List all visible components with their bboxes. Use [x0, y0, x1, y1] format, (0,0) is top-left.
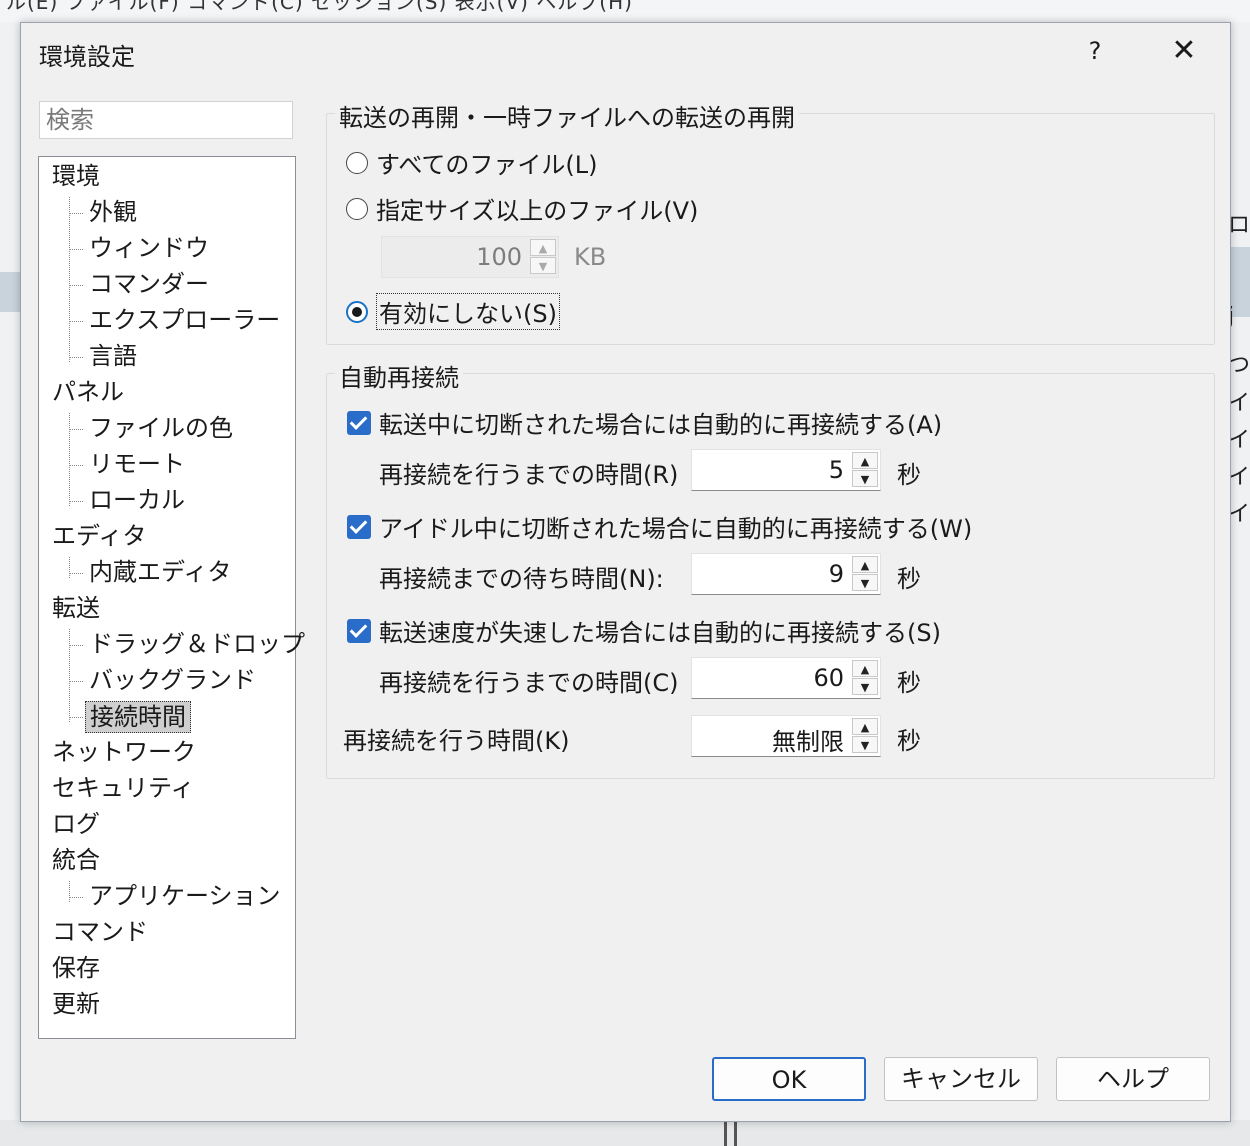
- spin-down-icon[interactable]: ▼: [852, 574, 878, 591]
- search-box: [39, 101, 293, 139]
- background-left-edge: [0, 22, 20, 1146]
- tree-item-panels[interactable]: パネル: [52, 377, 124, 407]
- seconds-label: 秒: [897, 461, 921, 489]
- spin-down-icon[interactable]: ▼: [852, 470, 878, 487]
- radio-circle[interactable]: [346, 151, 368, 174]
- background-text-fragment: イ|: [1228, 465, 1250, 490]
- cancel-button[interactable]: キャンセル: [884, 1057, 1038, 1101]
- radio-circle-selected[interactable]: [346, 300, 368, 323]
- tree-item-integration[interactable]: 統合: [52, 845, 100, 875]
- tree-item-file-colors[interactable]: ファイルの色: [89, 413, 233, 443]
- spin-down-icon[interactable]: ▼: [852, 678, 878, 695]
- spin-up-icon[interactable]: ▲: [852, 718, 878, 735]
- background-text-fragment: イ|: [1228, 428, 1250, 453]
- search-input[interactable]: [40, 102, 292, 138]
- tree-item-commander[interactable]: コマンダー: [89, 269, 209, 299]
- checkbox-reconnect-on-stall[interactable]: 転送速度が失速した場合には自動的に再接続する(S): [347, 613, 941, 648]
- checkbox-checked-icon[interactable]: [347, 514, 371, 539]
- help-button[interactable]: ヘルプ: [1056, 1057, 1210, 1101]
- checkbox-reconnect-while-idle[interactable]: アイドル中に切断された場合に自動的に再接続する(W): [347, 509, 972, 544]
- background-right-edge: ロ/ j つ イ| イ| イ| イ|: [1228, 22, 1250, 1146]
- checkbox-label: アイドル中に切断された場合に自動的に再接続する(W): [379, 515, 973, 543]
- spin-up-icon[interactable]: ▲: [852, 660, 878, 677]
- tree-item-local[interactable]: ローカル: [89, 485, 185, 515]
- idle-reconnect-delay-label: 再接続までの待ち時間(N):: [379, 565, 664, 593]
- stall-reconnect-delay-stepper[interactable]: 60 ▲ ▼: [691, 657, 881, 699]
- background-text-fragment: イ|: [1228, 391, 1250, 416]
- background-statusbar: [0, 1120, 1250, 1146]
- reconnect-delay-stepper[interactable]: 5 ▲ ▼: [691, 449, 881, 491]
- tree-item-editors[interactable]: エディタ: [52, 521, 146, 551]
- tree-item-drag-drop[interactable]: ドラッグ＆ドロップ: [89, 629, 305, 659]
- seconds-label: 秒: [897, 565, 921, 593]
- close-icon[interactable]: ✕: [1159, 31, 1209, 71]
- stall-reconnect-delay-label: 再接続を行うまでの時間(C): [379, 669, 679, 697]
- resume-group-title: 転送の再開・一時ファイルへの転送の再開: [335, 98, 799, 133]
- checkbox-label: 転送中に切断された場合には自動的に再接続する(A): [379, 411, 943, 439]
- spin-up-icon[interactable]: ▲: [852, 452, 878, 469]
- stall-reconnect-delay-value: 60: [813, 664, 844, 692]
- reconnect-delay-label: 再接続を行うまでの時間(R): [379, 461, 679, 489]
- tree-item-internal-editor[interactable]: 内蔵エディタ: [89, 557, 231, 587]
- idle-reconnect-delay-value: 9: [828, 560, 844, 588]
- checkbox-checked-icon[interactable]: [347, 410, 371, 435]
- seconds-label: 秒: [897, 727, 921, 755]
- radio-files-above-size[interactable]: 指定サイズ以上のファイル(V): [346, 191, 698, 226]
- spin-down-icon[interactable]: ▼: [530, 257, 556, 274]
- tree-item-applications[interactable]: アプリケーション: [89, 881, 281, 911]
- size-threshold-value: 100: [476, 243, 522, 271]
- tree-item-background[interactable]: バックグランド: [89, 665, 256, 695]
- background-menubar: ル(E) ファイル(F) コマンド(C) セッション(S) 表示(V) ヘルプ(…: [0, 0, 1250, 22]
- size-threshold-stepper[interactable]: 100 ▲ ▼: [381, 236, 559, 278]
- tree-item-logging[interactable]: ログ: [52, 809, 100, 839]
- size-unit-label: KB: [574, 243, 607, 271]
- tree-item-environment[interactable]: 環境: [52, 161, 100, 191]
- settings-tree: 環境 外観 ウィンドウ コマンダー エクスプローラー 言語 パネル ファイルの色…: [38, 156, 305, 1039]
- tree-item-storage[interactable]: 保存: [52, 953, 100, 983]
- seconds-label: 秒: [897, 669, 921, 697]
- radio-circle[interactable]: [346, 197, 368, 220]
- tree-item-commands[interactable]: コマンド: [52, 917, 148, 947]
- reconnect-total-time-stepper[interactable]: 無制限 ▲ ▼: [691, 715, 881, 757]
- ok-button[interactable]: OK: [712, 1057, 866, 1101]
- tree-item-appearance[interactable]: 外観: [89, 197, 137, 227]
- radio-all-files[interactable]: すべてのファイル(L): [346, 145, 597, 180]
- preferences-dialog: 環境設定 ? ✕ 環境 外観 ウィンドウ コマンダー エクスプローラー 言語 パ…: [20, 22, 1231, 1122]
- tree-item-transfer[interactable]: 転送: [52, 593, 100, 623]
- dialog-title: 環境設定: [39, 43, 135, 71]
- tree-item-endurance-selected[interactable]: 接続時間: [85, 701, 191, 733]
- dialog-titlebar: 環境設定 ? ✕: [21, 23, 1230, 81]
- reconnect-group-title: 自動再接続: [335, 358, 463, 393]
- tree-item-remote[interactable]: リモート: [89, 449, 185, 479]
- background-menu-fragment: ル(E) ファイル(F) コマンド(C) セッション(S) 表示(V) ヘルプ(…: [6, 0, 633, 14]
- spin-up-icon[interactable]: ▲: [852, 556, 878, 573]
- checkbox-label: 転送速度が失速した場合には自動的に再接続する(S): [379, 619, 941, 647]
- tree-item-network[interactable]: ネットワーク: [52, 737, 196, 767]
- reconnect-total-time-label: 再接続を行う時間(K): [343, 727, 570, 755]
- tree-item-window[interactable]: ウィンドウ: [89, 233, 209, 263]
- radio-all-files-label: すべてのファイル(L): [376, 151, 598, 179]
- spin-down-icon[interactable]: ▼: [852, 736, 878, 753]
- help-icon[interactable]: ?: [1079, 31, 1111, 71]
- background-text-fragment: イ|: [1228, 502, 1250, 527]
- radio-disable[interactable]: 有効にしない(S): [346, 293, 560, 330]
- radio-files-above-size-label: 指定サイズ以上のファイル(V): [376, 197, 699, 225]
- tree-item-explorer[interactable]: エクスプローラー: [89, 305, 280, 335]
- checkbox-reconnect-during-transfer[interactable]: 転送中に切断された場合には自動的に再接続する(A): [347, 405, 942, 440]
- radio-disable-label: 有効にしない(S): [376, 293, 560, 330]
- spin-up-icon[interactable]: ▲: [530, 239, 556, 256]
- tree-item-language[interactable]: 言語: [89, 341, 137, 371]
- reconnect-total-time-value: 無制限: [772, 728, 844, 756]
- reconnect-delay-value: 5: [828, 456, 844, 484]
- idle-reconnect-delay-stepper[interactable]: 9 ▲ ▼: [691, 553, 881, 595]
- background-text-fragment: つ: [1228, 353, 1250, 378]
- tree-item-updates[interactable]: 更新: [52, 989, 100, 1019]
- background-text-fragment: ロ/: [1228, 213, 1250, 238]
- checkbox-checked-icon[interactable]: [347, 618, 371, 643]
- tree-item-security[interactable]: セキュリティ: [52, 773, 195, 803]
